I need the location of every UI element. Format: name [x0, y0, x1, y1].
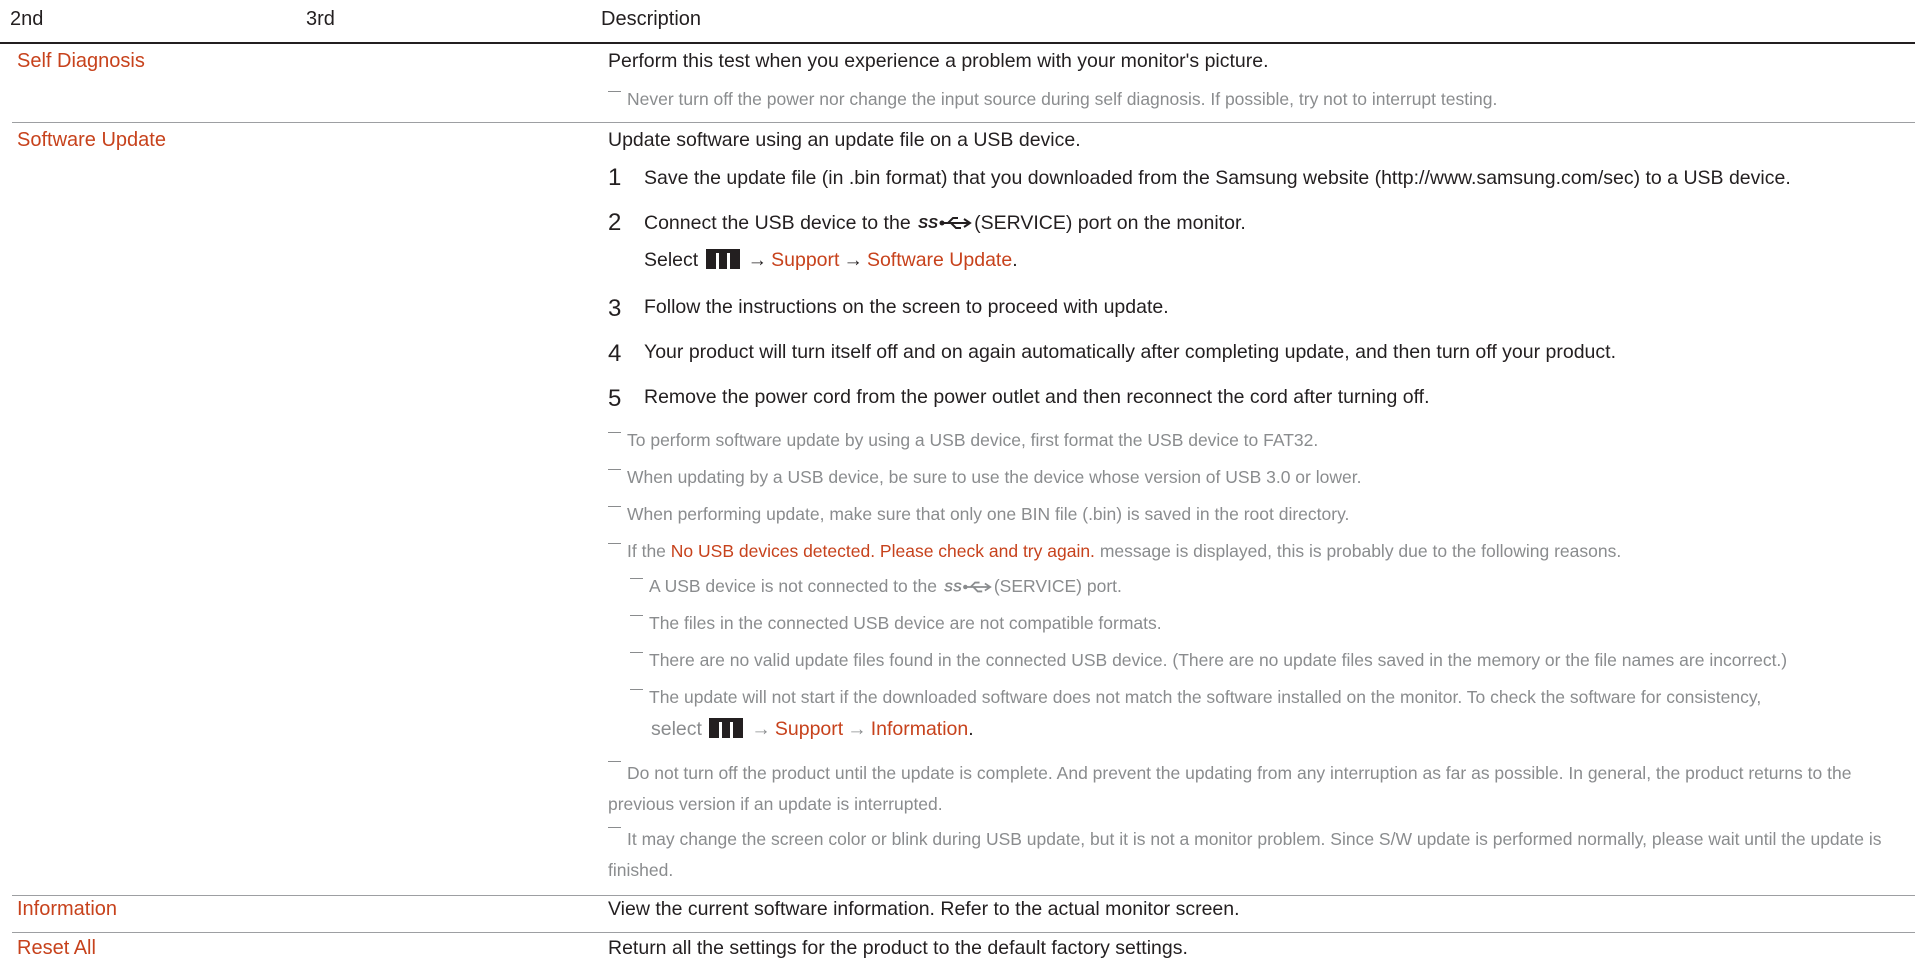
menu-software-update-link[interactable]: Software Update: [867, 249, 1012, 271]
sub-note-item: The files in the connected USB device ar…: [630, 612, 1162, 634]
header-3rd: 3rd: [306, 8, 335, 30]
header-2nd: 2nd: [10, 8, 44, 30]
note-dash-icon: [608, 469, 621, 470]
sub-note-item: There are no valid update files found in…: [630, 649, 1787, 671]
note-item: Do not turn off the product until the up…: [608, 761, 1852, 814]
note-item: To perform software update by using a US…: [608, 429, 1318, 451]
note-dash-icon: [608, 91, 621, 92]
note-dash-icon: [630, 652, 643, 653]
table-header: 2nd 3rd Description: [0, 0, 1915, 44]
menu-icon: [705, 249, 740, 269]
note-item: When performing update, make sure that o…: [608, 503, 1349, 525]
step-number: 2: [608, 209, 622, 236]
self-diagnosis-label[interactable]: Self Diagnosis: [17, 49, 145, 73]
usb-superspeed-icon: SS: [918, 215, 972, 232]
note-dash-icon: [608, 506, 621, 507]
menu-support-link[interactable]: Support: [771, 249, 839, 271]
step-number: 3: [608, 295, 622, 322]
note-item: It may change the screen color or blink …: [608, 827, 1882, 880]
sub-note-select-path: select → Support → Information.: [651, 718, 974, 740]
sub-note-item: A USB device is not connected to the SS …: [630, 575, 1122, 597]
step-text: Follow the instructions on the screen to…: [644, 296, 1169, 318]
note-dash-icon: [608, 543, 621, 544]
software-update-intro: Update software using an update file on …: [608, 129, 1081, 151]
step-text: Remove the power cord from the power out…: [644, 386, 1430, 408]
note-dash-icon: [608, 432, 621, 433]
reset-all-desc: Return all the settings for the product …: [608, 937, 1188, 959]
row-divider: [12, 122, 1915, 123]
svg-text:SS: SS: [918, 215, 938, 232]
error-message-text: No USB devices detected. Please check an…: [670, 541, 1095, 561]
row-divider: [12, 932, 1915, 933]
step-number: 1: [608, 164, 622, 191]
step-number: 5: [608, 385, 622, 412]
software-update-label[interactable]: Software Update: [17, 128, 166, 152]
information-label[interactable]: Information: [17, 897, 117, 921]
usb-superspeed-icon: SS: [944, 579, 992, 594]
step-text: Save the update file (in .bin format) th…: [644, 167, 1791, 189]
self-diagnosis-note: Never turn off the power nor change the …: [608, 88, 1497, 110]
row-divider: [12, 895, 1915, 896]
step-text: Your product will turn itself off and on…: [644, 341, 1616, 363]
step-select-path: Select → Support → Software Update.: [644, 249, 1018, 271]
note-dash-icon: [608, 761, 621, 762]
information-desc: View the current software information. R…: [608, 898, 1240, 920]
note-dash-icon: [608, 827, 621, 828]
note-dash-icon: [630, 689, 643, 690]
header-description: Description: [601, 8, 702, 30]
step-text: Connect the USB device to the SS (SERVIC…: [644, 212, 1246, 234]
note-dash-icon: [630, 578, 643, 579]
svg-text:SS: SS: [944, 579, 962, 594]
step-number: 4: [608, 340, 622, 367]
note-dash-icon: [630, 615, 643, 616]
reset-all-label[interactable]: Reset All: [17, 936, 96, 960]
sub-note-item: The update will not start if the downloa…: [630, 686, 1761, 708]
note-item: When updating by a USB device, be sure t…: [608, 466, 1361, 488]
menu-icon: [709, 718, 744, 738]
menu-information-link[interactable]: Information: [871, 718, 969, 740]
note-item: If the No USB devices detected. Please c…: [608, 540, 1621, 562]
menu-support-link[interactable]: Support: [775, 718, 843, 740]
self-diagnosis-desc: Perform this test when you experience a …: [608, 50, 1269, 72]
